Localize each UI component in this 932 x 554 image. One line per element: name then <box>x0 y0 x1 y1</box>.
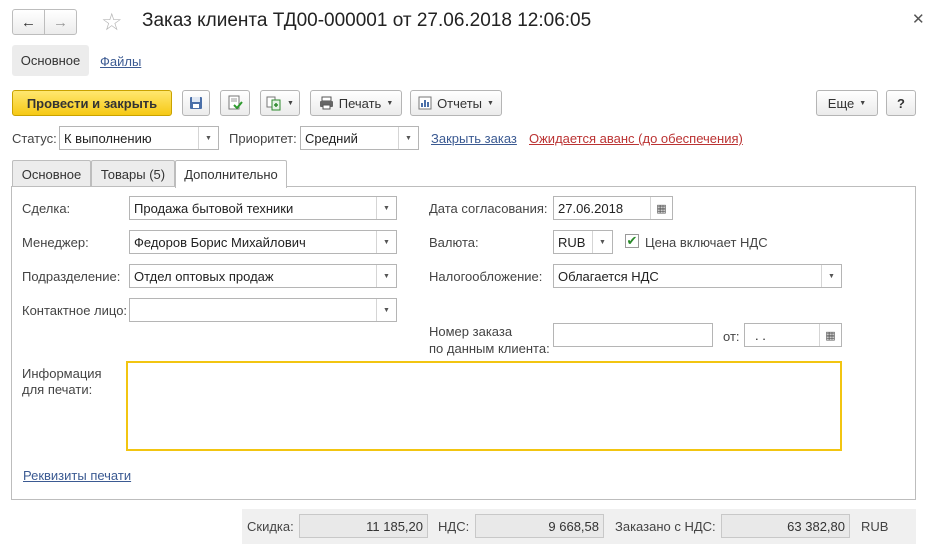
arrow-right-icon: → <box>53 13 68 31</box>
tab-main[interactable]: Основное <box>12 160 91 187</box>
approval-date-value: 27.06.2018 <box>558 200 624 216</box>
status-value: К выполнению <box>64 130 152 146</box>
chevron-down-icon[interactable]: ▼ <box>398 127 418 149</box>
chevron-down-icon[interactable]: ▼ <box>592 231 612 253</box>
back-button[interactable]: ← <box>12 9 45 35</box>
vat-label: НДС: <box>438 519 470 534</box>
ordered-with-vat-value: 63 382,80 <box>721 514 850 538</box>
section-files-link[interactable]: Файлы <box>100 54 141 69</box>
reports-label: Отчеты <box>437 95 482 111</box>
department-value: Отдел оптовых продаж <box>134 268 274 284</box>
price-includes-vat-checkbox[interactable]: ✔ <box>625 233 639 248</box>
print-label: Печать <box>338 95 382 111</box>
chevron-down-icon[interactable]: ▼ <box>376 197 396 219</box>
create-based-on-button[interactable]: ▼ <box>260 90 300 116</box>
print-info-textarea[interactable] <box>126 361 842 451</box>
tab-goods[interactable]: Товары (5) <box>91 160 175 187</box>
close-order-link[interactable]: Закрыть заказ <box>431 131 517 146</box>
checkmark-icon: ✔ <box>626 233 638 248</box>
client-order-date-value: . . <box>755 327 766 343</box>
tab-additional[interactable]: Дополнительно <box>175 160 287 188</box>
close-icon[interactable]: ✕ <box>912 10 925 28</box>
contact-label: Контактное лицо: <box>22 303 128 318</box>
price-includes-vat-label: Цена включает НДС <box>645 235 768 250</box>
reports-button[interactable]: Отчеты ▼ <box>410 90 502 116</box>
chevron-down-icon[interactable]: ▼ <box>821 265 841 287</box>
totals-currency: RUB <box>861 519 889 534</box>
awaiting-advance-link[interactable]: Ожидается аванс (до обеспечения) <box>529 131 743 146</box>
vat-value: 9 668,58 <box>475 514 604 538</box>
post-and-close-label: Провести и закрыть <box>26 95 158 111</box>
currency-label: Валюта: <box>429 235 479 250</box>
manager-value: Федоров Борис Михайлович <box>134 234 306 250</box>
calendar-icon[interactable]: ▦ <box>650 197 672 219</box>
star-icon[interactable]: ☆ <box>101 8 123 37</box>
client-order-date-input[interactable]: . . ▦ <box>744 323 842 347</box>
department-select[interactable]: Отдел оптовых продаж ▼ ⧉ <box>129 264 397 288</box>
taxation-label: Налогообложение: <box>429 269 543 284</box>
print-button[interactable]: Печать ▼ <box>310 90 402 116</box>
manager-label: Менеджер: <box>22 235 89 250</box>
deal-value: Продажа бытовой техники <box>134 200 294 216</box>
priority-select[interactable]: Средний ▼ <box>300 126 419 150</box>
status-select[interactable]: К выполнению ▼ <box>59 126 219 150</box>
ordered-with-vat-label: Заказано с НДС: <box>615 519 716 534</box>
post-document-button[interactable] <box>220 90 250 116</box>
deal-select[interactable]: Продажа бытовой техники ▼ ⧉ <box>129 196 397 220</box>
discount-value: 11 185,20 <box>299 514 428 538</box>
from-label: от: <box>723 329 740 344</box>
chevron-down-icon: ▼ <box>287 99 294 107</box>
print-requisites-link[interactable]: Реквизиты печати <box>23 468 131 483</box>
status-label: Статус: <box>12 131 57 146</box>
floppy-disk-icon <box>190 97 202 109</box>
forward-button[interactable]: → <box>44 9 77 35</box>
client-order-number-input[interactable] <box>553 323 713 347</box>
chevron-down-icon[interactable]: ▼ <box>376 231 396 253</box>
approval-date-input[interactable]: 27.06.2018 ▦ <box>553 196 673 220</box>
save-button[interactable] <box>182 90 210 116</box>
more-button[interactable]: Еще ▼ <box>816 90 878 116</box>
create-based-on-icon <box>266 96 281 111</box>
post-document-icon <box>228 95 243 110</box>
chevron-down-icon: ▼ <box>386 99 394 107</box>
contact-select[interactable]: ▼ ⧉ <box>129 298 397 322</box>
more-label: Еще <box>827 95 855 111</box>
print-info-label-line1: Информация <box>22 366 102 381</box>
priority-value: Средний <box>305 130 358 146</box>
currency-value: RUB <box>558 234 586 250</box>
print-info-label-line2: для печати: <box>22 382 93 397</box>
client-order-label-line1: Номер заказа <box>429 324 513 339</box>
chevron-down-icon[interactable]: ▼ <box>376 265 396 287</box>
printer-icon <box>319 96 333 110</box>
client-order-label-line2: по данным клиента: <box>429 341 550 356</box>
section-main[interactable]: Основное <box>12 45 89 76</box>
manager-select[interactable]: Федоров Борис Михайлович ▼ ⧉ <box>129 230 397 254</box>
chevron-down-icon: ▼ <box>859 99 867 107</box>
chevron-down-icon[interactable]: ▼ <box>376 299 396 321</box>
discount-label: Скидка: <box>247 519 294 534</box>
deal-label: Сделка: <box>22 201 71 216</box>
window-title: Заказ клиента ТД00-000001 от 27.06.2018 … <box>142 10 592 31</box>
approval-date-label: Дата согласования: <box>429 201 548 216</box>
chevron-down-icon[interactable]: ▼ <box>198 127 218 149</box>
calendar-icon[interactable]: ▦ <box>819 324 841 346</box>
help-button[interactable]: ? <box>886 90 916 116</box>
priority-label: Приоритет: <box>229 131 297 146</box>
taxation-select[interactable]: Облагается НДС ▼ <box>553 264 842 288</box>
arrow-left-icon: ← <box>21 13 36 31</box>
chevron-down-icon: ▼ <box>487 99 494 107</box>
post-and-close-button[interactable]: Провести и закрыть <box>12 90 172 116</box>
department-label: Подразделение: <box>22 269 121 284</box>
taxation-value: Облагается НДС <box>558 268 659 284</box>
currency-select[interactable]: RUB ▼ <box>553 230 613 254</box>
report-icon <box>418 96 432 110</box>
help-label: ? <box>897 95 905 111</box>
